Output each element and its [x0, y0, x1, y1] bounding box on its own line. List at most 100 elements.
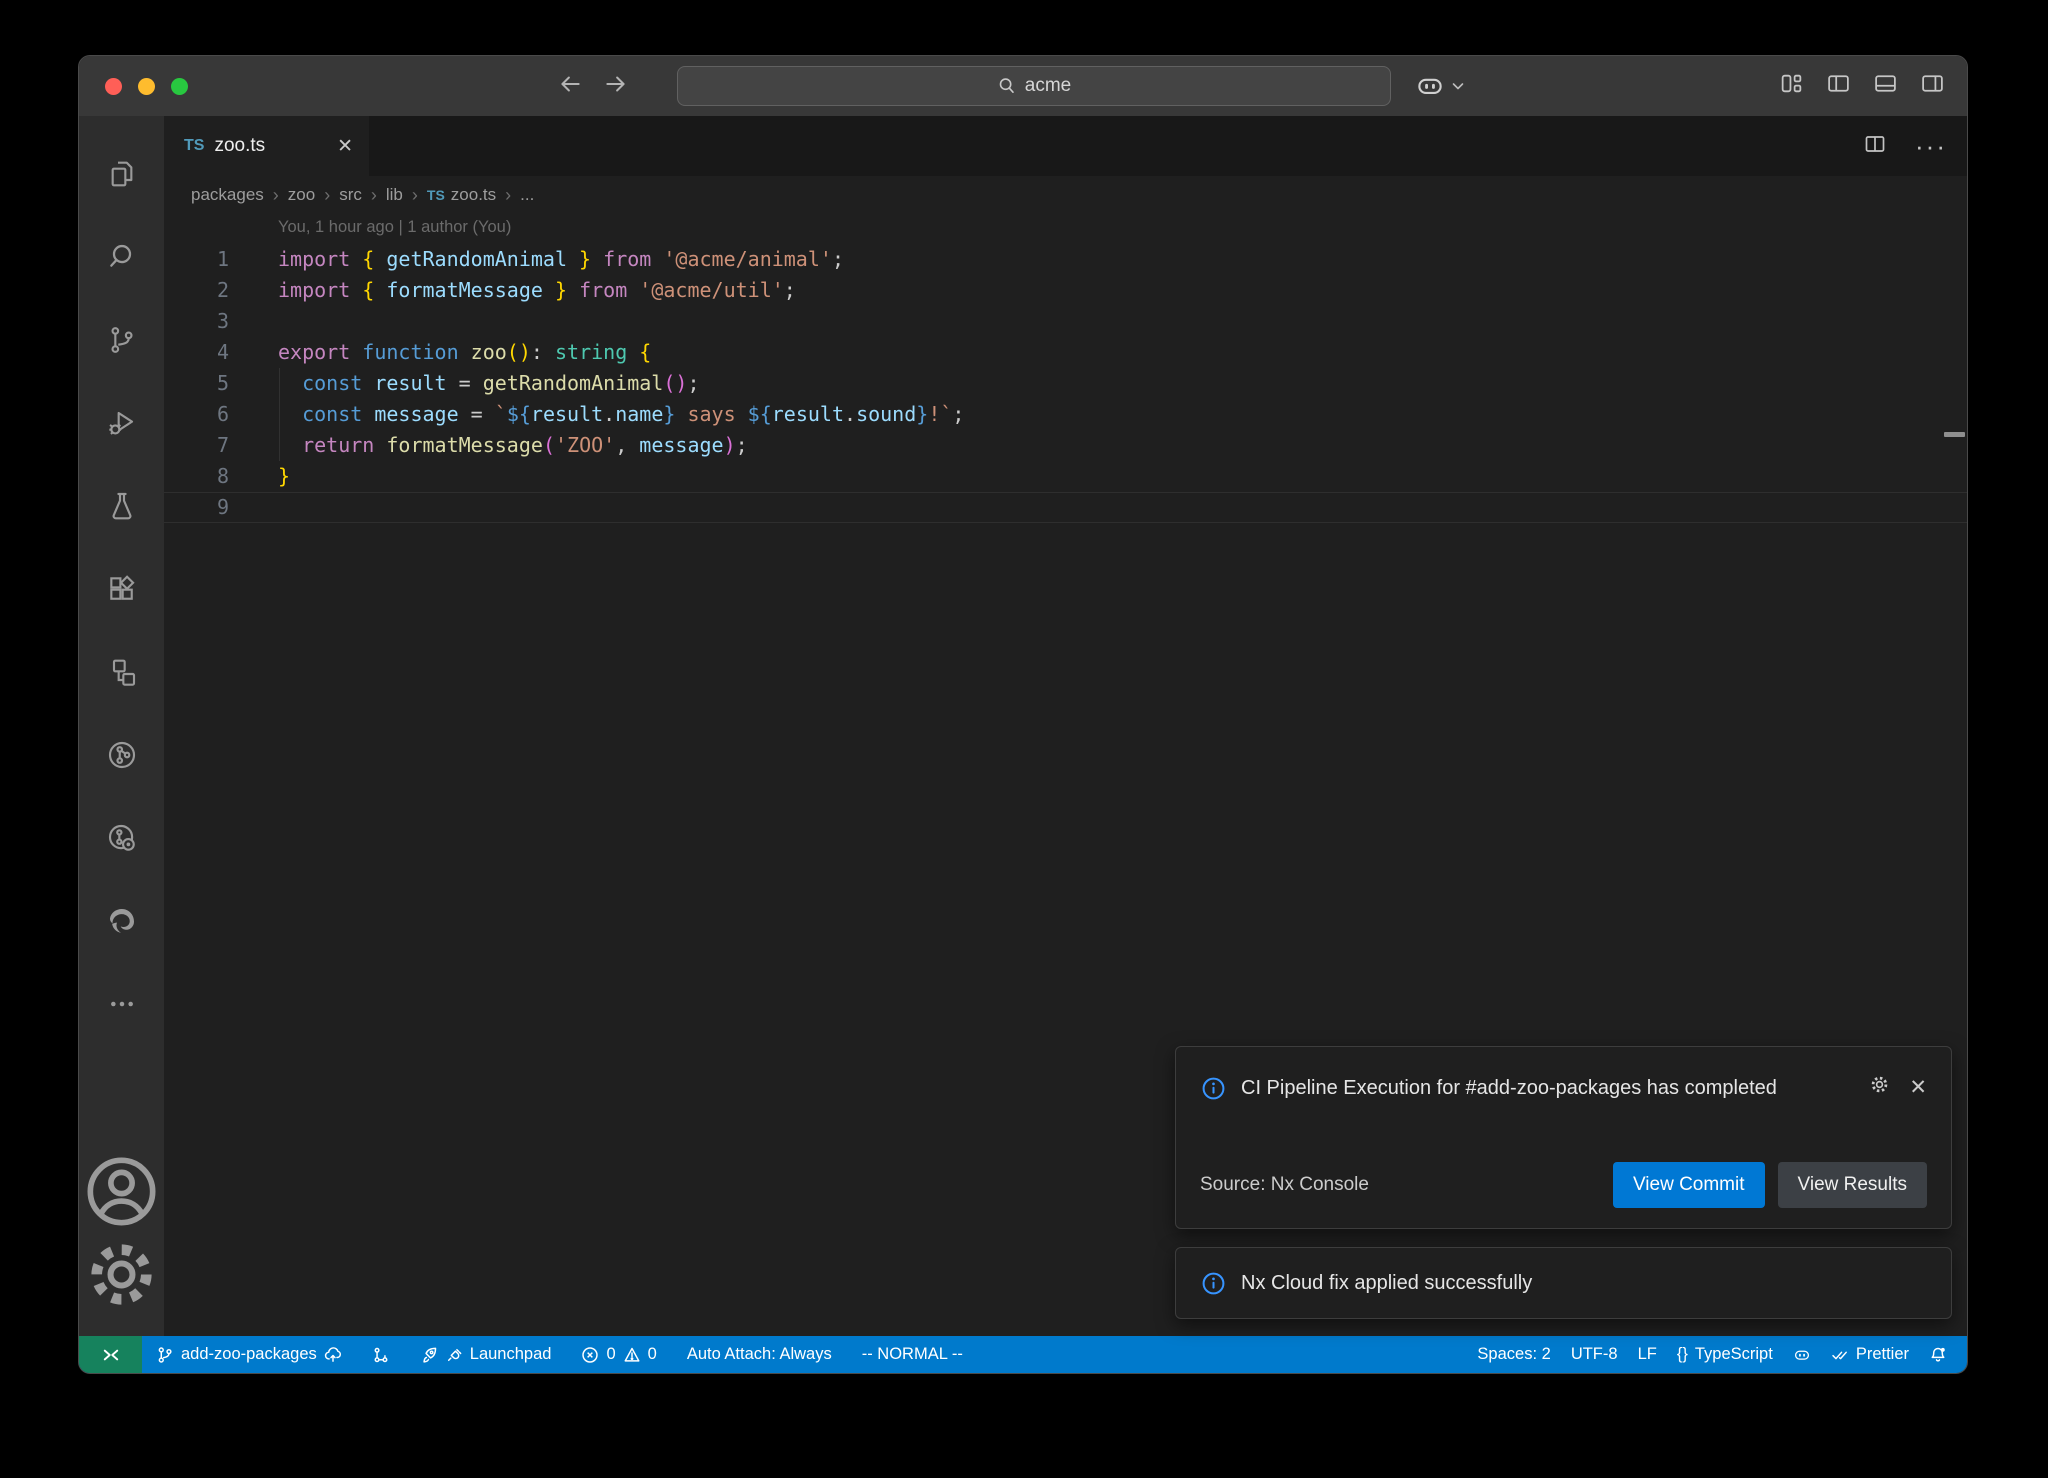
view-commit-button[interactable]: View Commit [1613, 1162, 1765, 1208]
edge-devtools-icon[interactable] [79, 879, 164, 962]
close-icon[interactable]: ✕ [335, 135, 355, 158]
code-line[interactable]: 6 const message = `${result.name} says $… [164, 399, 1967, 430]
line-number: 6 [164, 399, 229, 430]
notification-nx-cloud: Nx Cloud fix applied successfully [1175, 1247, 1952, 1319]
testing-icon[interactable] [79, 464, 164, 547]
line-content: import { formatMessage } from '@acme/uti… [229, 275, 796, 306]
code-line[interactable]: 7 return formatMessage('ZOO', message); [164, 430, 1967, 461]
prettier-status[interactable]: Prettier [1821, 1336, 1919, 1373]
encoding-status[interactable]: UTF-8 [1561, 1336, 1628, 1373]
run-debug-icon[interactable] [79, 381, 164, 464]
activity-bar [79, 116, 164, 1336]
commit-graph-icon[interactable] [79, 713, 164, 796]
git-branch-status[interactable]: add-zoo-packages [146, 1336, 352, 1373]
line-number: 8 [164, 461, 229, 492]
notification-source: Source: Nx Console [1200, 1174, 1369, 1196]
code-line[interactable]: 8} [164, 461, 1967, 492]
breadcrumb-item[interactable]: packages [191, 185, 264, 205]
line-content: } [229, 461, 290, 492]
vim-mode-status[interactable]: -- NORMAL -- [852, 1336, 973, 1373]
line-content: import { getRandomAnimal } from '@acme/a… [229, 244, 844, 275]
settings-gear-icon[interactable] [79, 1233, 164, 1316]
breadcrumb-item[interactable]: zoo [288, 185, 315, 205]
zoom-traffic-icon[interactable] [171, 78, 188, 95]
account-icon[interactable] [79, 1150, 164, 1233]
split-editor-icon[interactable] [1863, 132, 1887, 161]
code-line[interactable]: 4export function zoo(): string { [164, 337, 1967, 368]
code-line[interactable]: 3 [164, 306, 1967, 337]
toggle-panel-icon[interactable] [1873, 71, 1898, 101]
search-value: acme [1025, 75, 1071, 97]
line-content [229, 306, 278, 337]
copilot-icon [1415, 71, 1445, 101]
git-graph-status[interactable] [362, 1336, 400, 1373]
auto-attach-status[interactable]: Auto Attach: Always [677, 1336, 842, 1373]
search-view-icon[interactable] [79, 215, 164, 298]
chevron-separator: › [505, 185, 511, 206]
line-content [229, 493, 278, 522]
command-center-search[interactable]: acme [677, 66, 1391, 106]
notification-ci-pipeline: CI Pipeline Execution for #add-zoo-packa… [1175, 1046, 1952, 1229]
git-blame-annotation: You, 1 hour ago | 1 author (You) [164, 214, 1967, 244]
info-circle-icon [1200, 1270, 1227, 1297]
remote-indicator[interactable] [79, 1336, 142, 1373]
explorer-icon[interactable] [79, 132, 164, 215]
plug-icon [445, 1346, 463, 1364]
more-views-icon[interactable] [79, 962, 164, 1045]
notification-message: Nx Cloud fix applied successfully [1241, 1272, 1532, 1295]
line-number: 4 [164, 337, 229, 368]
copilot-menu[interactable] [1415, 56, 1466, 116]
warning-count: 0 [648, 1345, 657, 1364]
search-icon [997, 76, 1017, 96]
indent-guide [279, 368, 280, 461]
launchpad-status[interactable]: Launchpad [410, 1336, 562, 1373]
close-traffic-icon[interactable] [105, 78, 122, 95]
breadcrumb-item[interactable]: src [339, 185, 362, 205]
forward-arrow-icon[interactable] [603, 71, 629, 102]
prettier-label: Prettier [1856, 1345, 1909, 1364]
source-control-icon[interactable] [79, 298, 164, 381]
notification-toasts: CI Pipeline Execution for #add-zoo-packa… [1175, 1046, 1952, 1319]
copilot-status[interactable] [1783, 1336, 1821, 1373]
close-icon[interactable]: ✕ [1909, 1075, 1927, 1100]
traffic-lights [105, 56, 188, 116]
breadcrumb-item[interactable]: lib [386, 185, 403, 205]
toggle-sidebar-icon[interactable] [1826, 71, 1851, 101]
line-content: const message = `${result.name} says ${r… [229, 399, 964, 430]
chevron-separator: › [371, 185, 377, 206]
code-line[interactable]: 2import { formatMessage } from '@acme/ut… [164, 275, 1967, 306]
inspect-icon[interactable] [79, 796, 164, 879]
gear-icon[interactable] [1868, 1073, 1891, 1101]
breadcrumb-file[interactable]: zoo.ts [451, 185, 496, 205]
code-line[interactable]: 1import { getRandomAnimal } from '@acme/… [164, 244, 1967, 275]
code-line[interactable]: 9 [164, 492, 1967, 523]
indentation-status[interactable]: Spaces: 2 [1467, 1336, 1560, 1373]
language-status[interactable]: {} TypeScript [1667, 1336, 1783, 1373]
hierarchy-icon[interactable] [79, 630, 164, 713]
git-branch-icon [156, 1346, 174, 1364]
line-content: return formatMessage('ZOO', message); [229, 430, 748, 461]
breadcrumb-more[interactable]: ... [520, 185, 534, 205]
launchpad-label: Launchpad [470, 1345, 552, 1364]
encoding-label: UTF-8 [1571, 1345, 1618, 1364]
spaces-label: Spaces: 2 [1477, 1345, 1550, 1364]
eol-status[interactable]: LF [1628, 1336, 1667, 1373]
breadcrumb: packages › zoo › src › lib › TS zoo.ts ›… [164, 176, 1967, 214]
auto-attach-label: Auto Attach: Always [687, 1345, 832, 1364]
tab-zoo-ts[interactable]: TS zoo.ts ✕ [164, 116, 369, 176]
line-number: 5 [164, 368, 229, 399]
toggle-secondary-sidebar-icon[interactable] [1920, 71, 1945, 101]
extensions-icon[interactable] [79, 547, 164, 630]
line-number: 1 [164, 244, 229, 275]
line-content: const result = getRandomAnimal(); [229, 368, 699, 399]
minimize-traffic-icon[interactable] [138, 78, 155, 95]
notifications-bell[interactable] [1919, 1336, 1957, 1373]
vim-mode-label: -- NORMAL -- [862, 1345, 963, 1364]
view-results-button[interactable]: View Results [1778, 1162, 1927, 1208]
customize-layout-icon[interactable] [1779, 71, 1804, 101]
language-label: TypeScript [1695, 1345, 1773, 1364]
code-line[interactable]: 5 const result = getRandomAnimal(); [164, 368, 1967, 399]
back-arrow-icon[interactable] [557, 71, 583, 102]
braces-icon: {} [1677, 1345, 1688, 1364]
problems-status[interactable]: 0 0 [571, 1336, 666, 1373]
